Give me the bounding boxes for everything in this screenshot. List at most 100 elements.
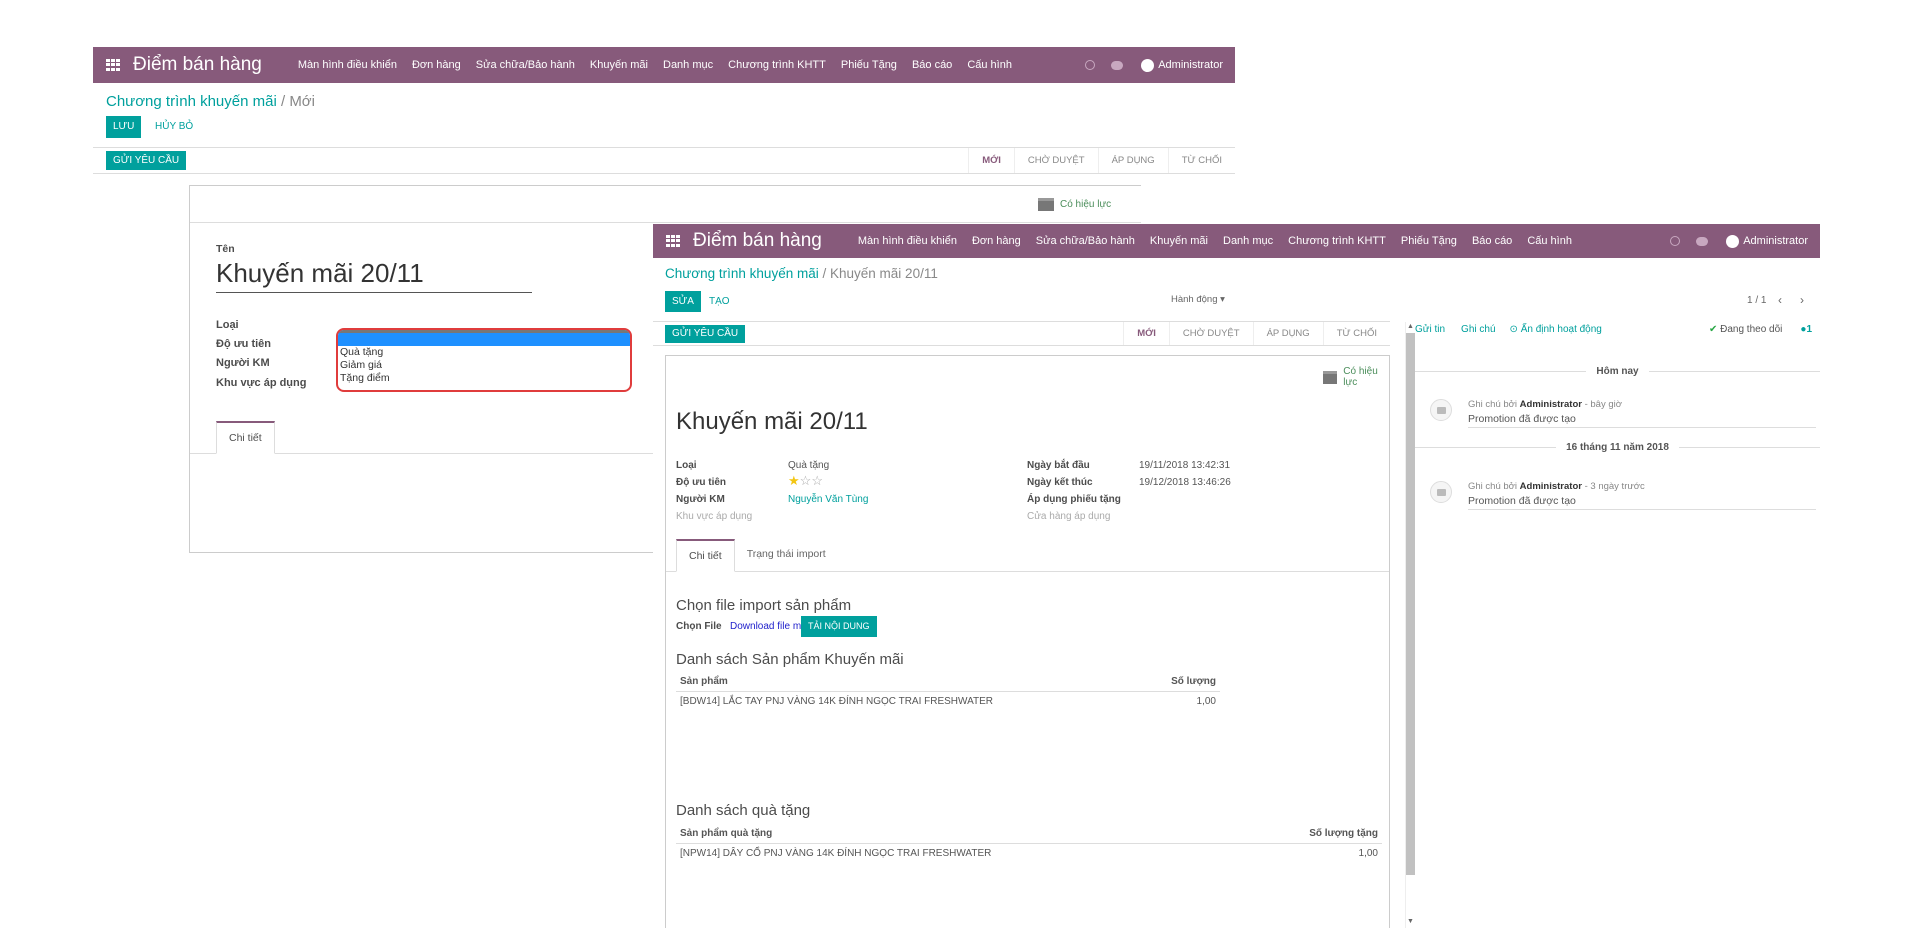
table-row[interactable]: [NPW14] DÂY CỔ PNJ VÀNG 14K ĐÍNH NGỌC TR…: [676, 844, 1382, 863]
stage-applied[interactable]: ÁP DỤNG: [1097, 148, 1168, 173]
menu-item-dashboard[interactable]: Màn hình điều khiển: [858, 235, 957, 247]
priority-stars[interactable]: ★☆☆: [788, 473, 823, 489]
activity-clock-icon[interactable]: [1670, 236, 1681, 246]
type-option-gift[interactable]: Quà tặng: [338, 346, 630, 359]
discard-button[interactable]: HỦY BỎ: [155, 116, 193, 138]
scrollbar-thumb[interactable]: [1406, 333, 1415, 875]
schedule-activity-label: Ấn định hoạt động: [1520, 324, 1602, 335]
menu-item-config[interactable]: Cấu hình: [967, 59, 1012, 71]
apps-grid-icon[interactable]: [666, 235, 680, 247]
star-empty-icon[interactable]: ☆: [800, 473, 812, 488]
stage-pending[interactable]: CHỜ DUYỆT: [1168, 322, 1253, 345]
activity-clock-icon[interactable]: [1085, 60, 1096, 70]
stage-applied[interactable]: ÁP DỤNG: [1252, 322, 1323, 345]
breadcrumb-parent[interactable]: Chương trình khuyến mãi: [106, 93, 277, 110]
edit-button[interactable]: SỬA: [665, 291, 701, 312]
app-brand[interactable]: Điểm bán hàng: [133, 54, 262, 76]
user-menu[interactable]: Administrator: [1158, 59, 1223, 71]
star-filled-icon[interactable]: ★: [788, 473, 800, 488]
followers-button[interactable]: ●1: [1800, 324, 1812, 335]
type-option-empty[interactable]: [338, 330, 630, 346]
create-button[interactable]: TẠO: [709, 291, 730, 313]
following-button[interactable]: ✔ Đang theo dõi: [1709, 324, 1782, 335]
scroll-up-icon[interactable]: ▲: [1406, 323, 1415, 330]
chat-bubble-icon[interactable]: [1111, 60, 1124, 70]
menu-item-config[interactable]: Cấu hình: [1527, 235, 1572, 247]
table-header: Sản phẩm quà tặng Số lượng tặng: [676, 828, 1382, 844]
status-bar: GỬI YÊU CẦU MỚI CHỜ DUYỆT ÁP DỤNG TỪ CHỐ…: [653, 321, 1390, 346]
save-button[interactable]: LƯU: [106, 116, 142, 138]
top-navbar: Điểm bán hàng Màn hình điều khiển Đơn hà…: [93, 47, 1235, 83]
date-separator: 16 tháng 11 năm 2018: [1415, 442, 1820, 453]
menu-item-promotions[interactable]: Khuyến mãi: [1150, 235, 1208, 247]
area-label: Khu vực áp dụng: [216, 377, 307, 389]
author-avatar-icon: [1430, 399, 1452, 421]
column-product[interactable]: Sản phẩm: [680, 676, 728, 687]
type-option-points[interactable]: Tặng điểm: [338, 372, 630, 385]
column-quantity[interactable]: Số lượng: [1171, 676, 1216, 687]
menu-item-vouchers[interactable]: Phiếu Tặng: [1401, 235, 1457, 247]
star-empty-icon[interactable]: ☆: [811, 473, 823, 488]
column-gift-quantity[interactable]: Số lượng tặng: [1309, 828, 1378, 839]
name-input[interactable]: Khuyến mãi 20/11: [216, 258, 532, 293]
table-row[interactable]: [BDW14] LẮC TAY PNJ VÀNG 14K ĐÍNH NGỌC T…: [676, 692, 1220, 711]
send-message-button[interactable]: Gửi tin: [1415, 324, 1445, 335]
date-separator: Hôm nay: [1415, 366, 1820, 377]
type-option-discount[interactable]: Giảm giá: [338, 359, 630, 372]
menu-item-dashboard[interactable]: Màn hình điều khiển: [298, 59, 397, 71]
menu-item-catalog[interactable]: Danh mục: [663, 59, 713, 71]
menu-item-orders[interactable]: Đơn hàng: [972, 235, 1021, 247]
message-time: - bây giờ: [1584, 399, 1622, 410]
message-author[interactable]: Administrator: [1520, 399, 1582, 410]
menu-item-promotions[interactable]: Khuyến mãi: [590, 59, 648, 71]
menu-item-loyalty[interactable]: Chương trình KHTT: [728, 59, 826, 71]
active-toggle[interactable]: Có hiệu lực: [1038, 198, 1111, 211]
column-gift-product[interactable]: Sản phẩm quà tặng: [680, 828, 772, 839]
status-bar: GỬI YÊU CẦU MỚI CHỜ DUYỆT ÁP DỤNG TỪ CHỐ…: [93, 147, 1235, 174]
form-tabs: Chi tiết Trạng thái import: [666, 539, 1389, 572]
gift-qty-cell: 1,00: [1358, 848, 1378, 859]
active-toggle[interactable]: Có hiệu lực: [1323, 366, 1389, 388]
schedule-activity-button[interactable]: ⊙ Ấn định hoạt động: [1510, 324, 1602, 335]
app-brand[interactable]: Điểm bán hàng: [693, 230, 822, 252]
user-menu[interactable]: Administrator: [1743, 235, 1808, 247]
menu-item-loyalty[interactable]: Chương trình KHTT: [1288, 235, 1386, 247]
user-avatar-icon[interactable]: [1726, 234, 1740, 248]
message-text: Promotion đã được tạo: [1468, 495, 1576, 507]
menu-item-reports[interactable]: Báo cáo: [1472, 235, 1512, 247]
tab-import-status[interactable]: Trạng thái import: [735, 539, 838, 571]
message-item: Ghi chú bởi Administrator - 3 ngày trước…: [1430, 481, 1816, 510]
breadcrumb-parent[interactable]: Chương trình khuyến mãi: [665, 266, 819, 281]
menu-item-orders[interactable]: Đơn hàng: [412, 59, 461, 71]
scroll-down-icon[interactable]: ▼: [1406, 918, 1415, 925]
apps-grid-icon[interactable]: [106, 59, 120, 71]
stage-pending[interactable]: CHỜ DUYỆT: [1013, 148, 1098, 173]
menu-item-catalog[interactable]: Danh mục: [1223, 235, 1273, 247]
chat-bubble-icon[interactable]: [1696, 236, 1709, 246]
menu-item-repair[interactable]: Sửa chữa/Bảo hành: [1036, 235, 1135, 247]
send-request-button[interactable]: GỬI YÊU CẦU: [665, 324, 746, 343]
stage-rejected[interactable]: TỪ CHỐI: [1167, 148, 1235, 173]
action-dropdown[interactable]: Hành động ▾: [1171, 294, 1225, 305]
download-template-link[interactable]: Download file mẫu: [730, 621, 812, 632]
tab-details[interactable]: Chi tiết: [676, 539, 735, 572]
menu-item-repair[interactable]: Sửa chữa/Bảo hành: [476, 59, 575, 71]
menu-item-vouchers[interactable]: Phiếu Tặng: [841, 59, 897, 71]
log-note-button[interactable]: Ghi chú: [1461, 324, 1495, 335]
breadcrumb-separator: /: [822, 266, 827, 281]
menu-item-reports[interactable]: Báo cáo: [912, 59, 952, 71]
promoter-link[interactable]: Nguyễn Văn Tùng: [788, 494, 868, 505]
message-author[interactable]: Administrator: [1520, 481, 1582, 492]
breadcrumb: Chương trình khuyến mãi / Khuyến mãi 20/…: [665, 266, 938, 281]
stage-rejected[interactable]: TỪ CHỐI: [1322, 322, 1390, 345]
upload-content-button[interactable]: TẢI NỘI DUNG: [801, 616, 877, 637]
pager-next-icon[interactable]: ›: [1800, 293, 1804, 307]
user-avatar-icon[interactable]: [1141, 58, 1155, 72]
stage-new[interactable]: MỚI: [968, 148, 1014, 173]
tab-details[interactable]: Chi tiết: [216, 421, 275, 454]
send-request-button[interactable]: GỬI YÊU CẦU: [106, 151, 187, 170]
type-dropdown-list[interactable]: Quà tặng Giảm giá Tặng điểm: [336, 328, 632, 392]
choose-file-label[interactable]: Chọn File: [676, 621, 722, 632]
stage-new[interactable]: MỚI: [1123, 322, 1169, 345]
pager-prev-icon[interactable]: ‹: [1778, 293, 1782, 307]
